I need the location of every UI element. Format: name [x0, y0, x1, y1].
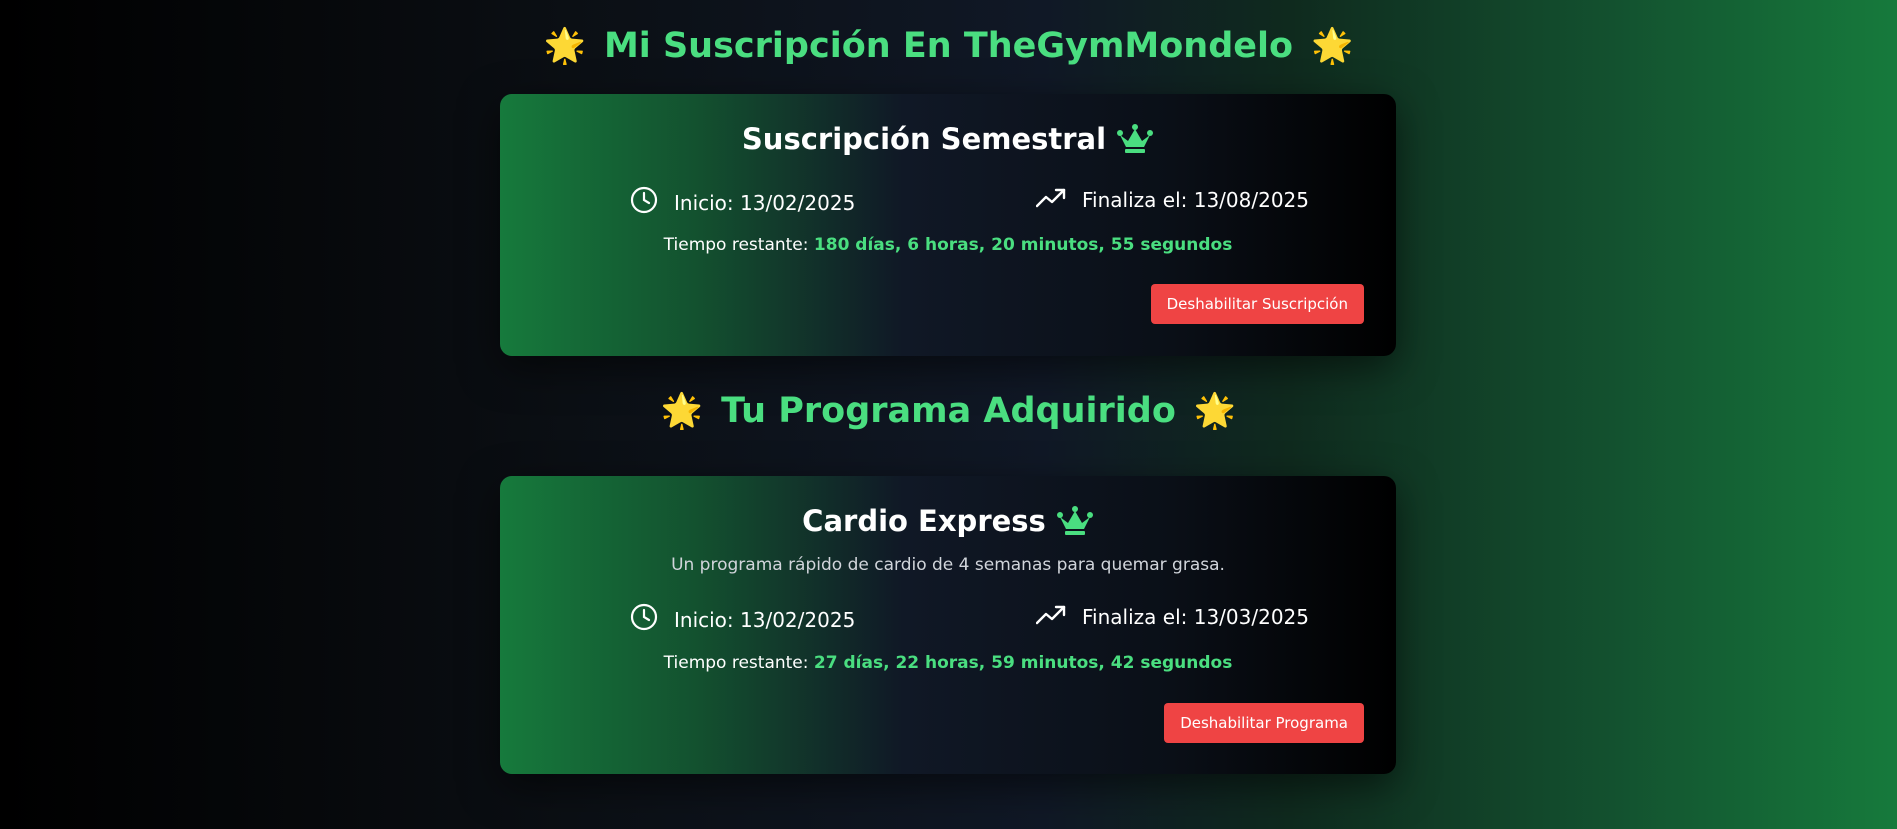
star-icon: 🌟 [1311, 26, 1354, 66]
program-remaining-time: Tiempo restante: 27 días, 22 horas, 59 m… [500, 653, 1396, 673]
remaining-value: 180 días, 6 horas, 20 minutos, 55 segund… [813, 235, 1233, 255]
subscription-end-label: Finaliza el: 13/08/2025 [1082, 187, 1309, 212]
remaining-label: Tiempo restante: [663, 235, 809, 255]
subscription-section-title: 🌟 Mi Suscripción En TheGymMondelo 🌟 [0, 26, 1897, 66]
crown-icon [1116, 123, 1154, 155]
program-name: Cardio Express [802, 504, 1046, 538]
subscription-card: Suscripción Semestral Inicio: 13/02/2025 [500, 94, 1396, 356]
subscription-card-title: Suscripción Semestral [500, 122, 1396, 156]
program-end-label: Finaliza el: 13/03/2025 [1082, 604, 1309, 629]
program-start-date: Inicio: 13/02/2025 [630, 603, 855, 636]
clock-icon [630, 186, 658, 219]
program-end-date: Finaliza el: 13/03/2025 [1035, 603, 1309, 630]
trending-up-icon [1035, 603, 1066, 630]
disable-subscription-button[interactable]: Deshabilitar Suscripción [1150, 284, 1364, 324]
remaining-label: Tiempo restante: [663, 653, 809, 673]
remaining-value: 27 días, 22 horas, 59 minutos, 42 segund… [813, 653, 1233, 673]
program-section-title: 🌟 Tu Programa Adquirido 🌟 [0, 391, 1897, 431]
subscription-remaining-time: Tiempo restante: 180 días, 6 horas, 20 m… [500, 235, 1396, 255]
program-start-label: Inicio: 13/02/2025 [674, 607, 856, 632]
star-icon: 🌟 [1193, 391, 1237, 431]
trending-up-icon [1035, 186, 1066, 213]
clock-icon [630, 603, 658, 636]
star-icon: 🌟 [660, 391, 704, 431]
subscription-name: Suscripción Semestral [741, 122, 1107, 156]
program-section-title-text: Tu Programa Adquirido [721, 391, 1176, 431]
subscription-end-date: Finaliza el: 13/08/2025 [1035, 186, 1309, 213]
subscription-start-date: Inicio: 13/02/2025 [630, 186, 855, 219]
disable-program-button[interactable]: Deshabilitar Programa [1164, 703, 1364, 743]
crown-icon [1056, 505, 1094, 537]
program-card-title: Cardio Express [500, 504, 1396, 538]
program-card: Cardio Express Un programa rápido de car… [500, 476, 1396, 774]
subscription-section-title-text: Mi Suscripción En TheGymMondelo [603, 26, 1294, 66]
star-icon: 🌟 [543, 26, 586, 66]
subscription-start-label: Inicio: 13/02/2025 [674, 190, 856, 215]
program-description: Un programa rápido de cardio de 4 semana… [671, 555, 1225, 575]
